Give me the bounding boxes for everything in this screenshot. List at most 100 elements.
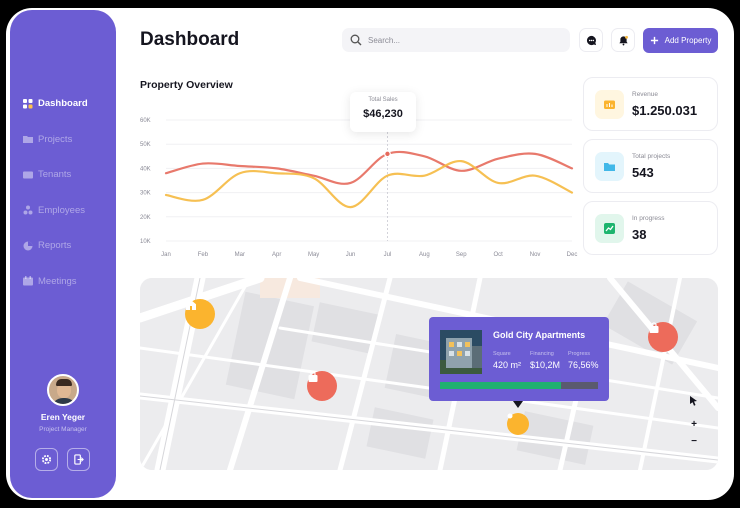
map-pin[interactable] xyxy=(648,322,678,352)
progress-bar-fill xyxy=(440,382,561,389)
messages-button[interactable] xyxy=(579,28,603,52)
popup-title: Gold City Apartments xyxy=(493,330,586,340)
total-projects-label: Total projects xyxy=(632,153,671,160)
plus-icon xyxy=(650,36,658,45)
sidebar-item-tenants[interactable]: Tenants xyxy=(10,157,116,193)
popup-field-label: Financing xyxy=(530,351,554,357)
popup-field-progress: Progress 76,56% xyxy=(568,351,599,370)
bag-icon xyxy=(649,322,659,333)
home-icon xyxy=(186,300,196,310)
x-tick-label: Jun xyxy=(346,252,356,258)
dot-icon xyxy=(507,413,513,419)
popup-field-value: 420 m² xyxy=(493,360,522,370)
sidebar-item-label: Dashboard xyxy=(38,98,88,110)
x-tick-label: Nov xyxy=(530,252,541,258)
in-progress-label: In progress xyxy=(632,215,665,222)
selected-map-pin[interactable] xyxy=(507,413,529,435)
sidebar-item-label: Projects xyxy=(38,133,73,145)
tooltip-value: $46,230 xyxy=(363,108,403,120)
sidebar-item-label: Meetings xyxy=(38,275,77,287)
avatar[interactable] xyxy=(47,374,79,406)
highlight-point[interactable] xyxy=(384,150,391,158)
popup-pointer xyxy=(513,401,523,408)
x-tick-label: Jan xyxy=(161,252,171,258)
trend-icon xyxy=(604,223,615,234)
sidebar-item-employees[interactable]: Employees xyxy=(10,193,116,229)
x-tick-label: Jul xyxy=(384,252,392,258)
x-tick-label: Apr xyxy=(272,252,281,258)
popup-field-label: Square xyxy=(493,351,511,357)
logout-button[interactable] xyxy=(67,448,90,471)
progress-bar xyxy=(440,382,598,389)
y-tick-label: 20K xyxy=(140,215,151,221)
popup-field-financing: Financing $10,2M xyxy=(530,351,560,370)
y-tick-label: 10K xyxy=(140,239,151,245)
sidebar: Dashboard Projects Tenants Employees Rep… xyxy=(10,10,116,498)
zoom-out-button[interactable]: − xyxy=(687,436,701,447)
sidebar-item-label: Employees xyxy=(38,204,85,216)
revenue-card[interactable]: Revenue $1.250.031 xyxy=(583,77,718,131)
popup-field-square: Square 420 m² xyxy=(493,351,521,370)
settings-button[interactable] xyxy=(35,448,58,471)
sidebar-item-dashboard[interactable]: Dashboard xyxy=(10,86,116,122)
sidebar-item-projects[interactable]: Projects xyxy=(10,122,116,158)
popup-field-value: $10,2M xyxy=(530,360,561,370)
user-role: Project Manager xyxy=(39,426,87,433)
zoom-in-button[interactable]: + xyxy=(687,419,701,430)
logout-icon xyxy=(74,454,84,465)
property-popup[interactable]: Gold City Apartments Square 420 m² Finan… xyxy=(429,317,609,401)
y-tick-label: 30K xyxy=(140,191,151,197)
revenue-icon-wrap xyxy=(595,90,624,119)
bag-icon xyxy=(308,371,318,382)
x-tick-label: Feb xyxy=(198,252,209,258)
property-photo xyxy=(440,330,482,374)
tooltip-label: Total Sales xyxy=(368,97,398,103)
search-icon xyxy=(350,34,362,46)
search-input[interactable] xyxy=(368,35,548,45)
users-icon xyxy=(23,205,33,215)
x-tick-label: Dec xyxy=(567,252,578,258)
projects-icon-wrap xyxy=(595,152,624,181)
series-line-1 xyxy=(164,150,574,185)
map-pin[interactable] xyxy=(307,371,337,401)
map-pin[interactable] xyxy=(185,299,215,329)
y-tick-label: 40K xyxy=(140,166,151,172)
property-map[interactable]: Gold City Apartments Square 420 m² Finan… xyxy=(140,278,718,470)
wallet-icon xyxy=(604,100,615,109)
pie-icon xyxy=(23,241,33,251)
calendar-icon xyxy=(23,276,33,286)
y-tick-label: 50K xyxy=(140,142,151,148)
sidebar-item-label: Tenants xyxy=(38,169,72,181)
revenue-value: $1.250.031 xyxy=(632,103,698,118)
popup-field-label: Progress xyxy=(568,351,591,357)
folder-icon xyxy=(604,163,615,171)
add-property-button[interactable]: Add Property xyxy=(643,28,718,53)
sidebar-item-reports[interactable]: Reports xyxy=(10,228,116,264)
total-projects-card[interactable]: Total projects 543 xyxy=(583,139,718,193)
property-overview-title: Property Overview xyxy=(140,79,233,91)
gear-icon xyxy=(41,454,52,465)
sidebar-nav: Dashboard Projects Tenants Employees Rep… xyxy=(10,86,116,299)
in-progress-card[interactable]: In progress 38 xyxy=(583,201,718,255)
notifications-button[interactable] xyxy=(611,28,635,52)
in-progress-value: 38 xyxy=(632,227,647,242)
revenue-label: Revenue xyxy=(632,91,659,98)
x-tick-label: Oct xyxy=(494,252,504,258)
x-tick-label: May xyxy=(308,252,319,258)
sidebar-item-meetings[interactable]: Meetings xyxy=(10,264,116,300)
user-name: Eren Yeger xyxy=(40,412,86,422)
user-profile: Eren Yeger Project Manager xyxy=(10,374,116,433)
y-tick-label: 60K xyxy=(140,118,151,124)
card-icon xyxy=(23,171,33,179)
sidebar-item-label: Reports xyxy=(38,240,72,252)
cursor-icon xyxy=(690,396,697,406)
chart-tooltip: Total Sales $46,230 xyxy=(350,92,416,132)
app-window: Dashboard Projects Tenants Employees Rep… xyxy=(6,8,734,500)
x-tick-label: Mar xyxy=(235,252,245,258)
x-tick-label: Sep xyxy=(456,252,467,258)
total-projects-value: 543 xyxy=(632,165,654,180)
search-bar[interactable] xyxy=(342,28,570,52)
popup-field-value: 76,56% xyxy=(568,360,599,370)
x-tick-label: Aug xyxy=(419,252,430,258)
message-icon xyxy=(586,35,596,45)
